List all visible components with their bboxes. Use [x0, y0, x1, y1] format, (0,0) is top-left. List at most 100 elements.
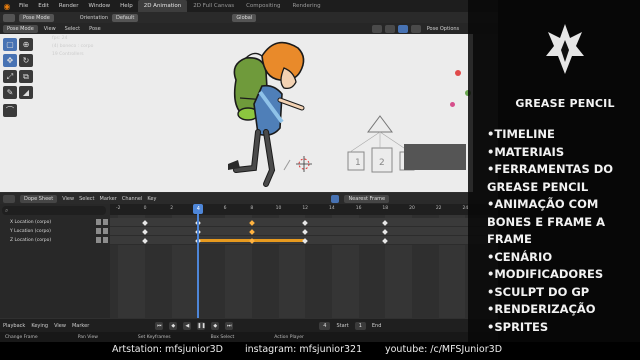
- topic-list: TIMELINE MATERIAIS FERRAMENTAS DO GREASE…: [487, 126, 637, 336]
- tab-2d-animation[interactable]: 2D Animation: [137, 0, 188, 12]
- play-reverse-icon[interactable]: ◀: [183, 321, 192, 330]
- playhead[interactable]: [197, 204, 200, 318]
- topic-item: SCULPT DO GP: [487, 284, 637, 302]
- overlay-toggle-icon[interactable]: [371, 24, 382, 33]
- channel-lock-icon[interactable]: [103, 237, 108, 243]
- menu-help[interactable]: Help: [115, 0, 138, 12]
- gizmo-toggle-icon[interactable]: [384, 24, 395, 33]
- pause-icon[interactable]: ❚❚: [197, 321, 206, 330]
- topic-item: CENÁRIO: [487, 249, 637, 267]
- topic-item: MATERIAIS: [487, 144, 637, 162]
- playback-menu[interactable]: Playback: [3, 323, 25, 329]
- channel-label: X Location (corpo): [10, 220, 52, 225]
- menu-file[interactable]: File: [14, 0, 33, 12]
- channel-list: ⌕ X Location (corpo) Y Location (corpo) …: [0, 204, 110, 318]
- channel-search-icon[interactable]: ⌕: [2, 206, 106, 215]
- ds-menu-marker[interactable]: Marker: [100, 196, 117, 202]
- start-frame-field[interactable]: 1: [354, 321, 366, 330]
- topic-item: MODIFICADORES: [487, 266, 637, 284]
- ds-menu-view[interactable]: View: [62, 196, 74, 202]
- channel-mute-icon[interactable]: [96, 228, 101, 234]
- shading-material-icon[interactable]: [410, 24, 421, 33]
- menu-edit[interactable]: Edit: [33, 0, 54, 12]
- prev-key-icon[interactable]: ◆: [169, 321, 178, 330]
- dopesheet-header: Dope Sheet View Select Marker Channel Ke…: [0, 193, 498, 204]
- editor-type-icon[interactable]: [3, 13, 15, 22]
- topic-item: TIMELINE: [487, 126, 637, 144]
- orientation-label: Orientation: [79, 14, 109, 21]
- viewport-canvas[interactable]: ▢ ⊕ ✥ ↻ ⤢ ⧉ ✎ ◢ ⌒ fps: 24 (4) boneco : c…: [0, 34, 473, 192]
- topic-item: RENDERIZAÇÃO: [487, 301, 637, 319]
- channel-lock-icon[interactable]: [103, 228, 108, 234]
- ruler-tick-label: 16: [355, 206, 362, 211]
- jump-end-icon[interactable]: ⏭: [225, 321, 234, 330]
- ruler-tick-label: 2: [170, 206, 174, 211]
- ruler-tick-label: 6: [223, 206, 227, 211]
- ruler-tick-label: 14: [329, 206, 335, 211]
- pose-mode-dropdown[interactable]: Pose Mode: [3, 24, 38, 33]
- menu-pose[interactable]: Pose: [86, 26, 104, 32]
- ds-menu-select[interactable]: Select: [79, 196, 94, 202]
- channel-row[interactable]: Y Location (corpo): [0, 227, 110, 236]
- menu-render[interactable]: Render: [54, 0, 84, 12]
- channel-mute-icon[interactable]: [96, 237, 101, 243]
- tab-rendering[interactable]: Rendering: [287, 0, 327, 12]
- svg-text:2: 2: [379, 158, 385, 168]
- current-frame-field[interactable]: 4: [319, 321, 331, 330]
- next-key-icon[interactable]: ◆: [211, 321, 220, 330]
- shading-solid-icon[interactable]: [397, 24, 408, 33]
- topic-item: ANIMAÇÃO COM BONES E FRAME A FRAME: [487, 196, 637, 249]
- playback-marker-menu[interactable]: Marker: [72, 323, 89, 329]
- mode-dropdown[interactable]: Pose Mode: [19, 13, 54, 22]
- interpolation-dropdown[interactable]: Nearest Frame: [344, 194, 390, 203]
- topic-item: SPRITES: [487, 319, 637, 337]
- playback-bar: Playback Keying View Marker ⏮ ◆ ◀ ❚❚ ◆ ⏭…: [0, 319, 498, 332]
- ruler-tick-label: 0: [143, 206, 147, 211]
- channel-mute-icon[interactable]: [96, 219, 101, 225]
- artstation-credit: Artstation: mfsjunior3D: [112, 344, 223, 355]
- frame-ruler[interactable]: -2 0 2 6 8 10 12 14 16 18 20 22 24: [110, 204, 498, 215]
- tab-compositing[interactable]: Compositing: [240, 0, 286, 12]
- nav-z-axis-icon[interactable]: [450, 102, 455, 107]
- nav-x-axis-icon[interactable]: [455, 70, 461, 76]
- pose-options-dropdown[interactable]: Pose Options: [424, 26, 462, 32]
- channel-row[interactable]: Z Location (corpo): [0, 236, 110, 245]
- topic-item: FERRAMENTAS DO GREASE PENCIL: [487, 161, 637, 196]
- status-action-player: Action Player: [274, 334, 304, 340]
- dopesheet-editor-icon[interactable]: [3, 194, 15, 203]
- viewport-header: Pose Mode Orientation Default Global: [0, 12, 498, 23]
- keying-menu[interactable]: Keying: [31, 323, 48, 329]
- character-drawing: 1 2 3: [228, 41, 466, 187]
- ds-menu-channel[interactable]: Channel: [122, 196, 143, 202]
- orientation-dropdown[interactable]: Default: [112, 13, 139, 22]
- tab-2d-full-canvas[interactable]: 2D Full Canvas: [187, 0, 240, 12]
- menu-view[interactable]: View: [41, 26, 59, 32]
- playback-view-menu[interactable]: View: [54, 323, 66, 329]
- start-label: Start: [336, 322, 349, 329]
- youtube-credit: youtube: /c/MFSJunior3D: [385, 344, 503, 355]
- ruler-tick-label: 22: [435, 206, 442, 211]
- status-bar: Change Frame Pan View Set Keyframes Box …: [0, 332, 498, 342]
- only-selected-icon[interactable]: [331, 194, 340, 203]
- menu-select[interactable]: Select: [62, 26, 83, 32]
- end-label: End: [371, 322, 382, 329]
- panel-title: GREASE PENCIL: [515, 97, 615, 110]
- channel-label: Z Location (corpo): [10, 238, 52, 243]
- ds-menu-key[interactable]: Key: [147, 196, 156, 202]
- ruler-tick-label: 8: [250, 206, 254, 211]
- dopesheet-mode-dropdown[interactable]: Dope Sheet: [20, 194, 58, 203]
- ruler-tick-label: -2: [116, 206, 121, 211]
- instagram-credit: instagram: mfsjunior321: [245, 344, 363, 355]
- ruler-tick-label: 18: [382, 206, 389, 211]
- channel-row[interactable]: X Location (corpo): [0, 218, 110, 227]
- blender-logo-icon[interactable]: ◉: [0, 0, 14, 12]
- status-box-select: Box Select: [210, 334, 235, 340]
- playhead-frame-label[interactable]: 4: [193, 204, 204, 214]
- status-change-frame: Change Frame: [5, 334, 38, 340]
- dopesheet-timeline[interactable]: -2 0 2 6 8 10 12 14 16 18 20 22 24 4: [110, 204, 498, 318]
- channel-lock-icon[interactable]: [103, 219, 108, 225]
- jump-start-icon[interactable]: ⏮: [155, 321, 164, 330]
- svg-text:1: 1: [355, 158, 361, 168]
- transform-orientation-dropdown[interactable]: Global: [232, 13, 257, 22]
- menu-window[interactable]: Window: [83, 0, 115, 12]
